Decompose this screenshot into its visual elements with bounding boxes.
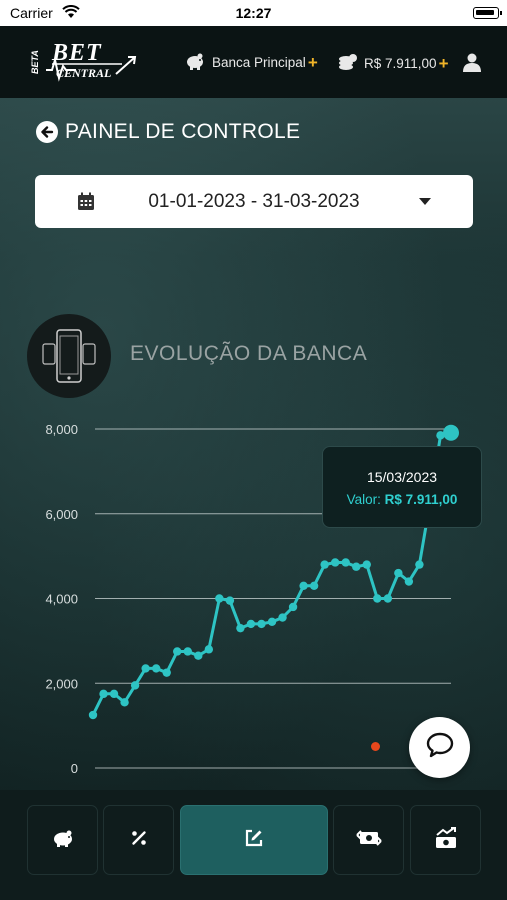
date-range-value: 01-01-2023 - 31-03-2023: [148, 191, 360, 212]
nav-money-chart[interactable]: [410, 805, 481, 875]
data-point[interactable]: [204, 645, 214, 654]
data-point[interactable]: [183, 647, 192, 656]
data-point[interactable]: [215, 594, 224, 603]
y-tick-label: 8,000: [45, 422, 78, 437]
data-point[interactable]: [151, 664, 161, 673]
money-chart-icon: [434, 826, 458, 854]
data-point[interactable]: [173, 647, 182, 656]
piggy-bank-icon: [184, 52, 206, 73]
balance-value: R$ 7.911,00: [364, 56, 437, 71]
data-point[interactable]: [341, 558, 350, 567]
app-header: BETA BET CENTRAL Banca Principal + R$ 7.…: [0, 26, 507, 98]
data-point[interactable]: [320, 560, 329, 569]
piggy-bank-icon: [51, 828, 75, 853]
chat-button[interactable]: [409, 717, 470, 778]
bank-label: Banca Principal: [212, 55, 306, 70]
highlighted-data-point[interactable]: [443, 424, 459, 441]
balance-display[interactable]: R$ 7.911,00 +: [338, 52, 449, 75]
notification-dot: [371, 742, 380, 751]
data-point[interactable]: [162, 668, 171, 677]
logo-beta-text: BETA: [30, 50, 40, 74]
add-bank-icon[interactable]: +: [308, 53, 318, 73]
y-tick-label: 0: [71, 761, 78, 776]
status-bar: Carrier 12:27: [0, 0, 507, 26]
data-point[interactable]: [225, 596, 235, 605]
chart-tooltip: 15/03/2023 Valor: R$ 7.911,00: [322, 446, 482, 528]
data-point[interactable]: [109, 689, 119, 699]
data-point[interactable]: [299, 581, 308, 590]
data-point[interactable]: [415, 560, 424, 569]
bet-central-logo[interactable]: BETA BET CENTRAL: [30, 40, 140, 84]
data-point[interactable]: [194, 651, 203, 660]
chevron-down-icon: [419, 198, 431, 205]
coins-icon: [338, 52, 358, 75]
tooltip-value: R$ 7.911,00: [384, 492, 458, 507]
tooltip-value-label: Valor:: [346, 492, 385, 507]
data-point[interactable]: [130, 681, 140, 690]
data-point[interactable]: [373, 594, 382, 603]
date-range-picker[interactable]: 01-01-2023 - 31-03-2023: [35, 175, 473, 228]
y-tick-label: 4,000: [45, 592, 78, 607]
data-point[interactable]: [120, 698, 129, 707]
data-point[interactable]: [383, 594, 393, 603]
nav-edit[interactable]: [180, 805, 328, 875]
data-point[interactable]: [267, 617, 277, 627]
money-exchange-icon: [355, 828, 382, 853]
clock: 12:27: [235, 5, 272, 21]
logo-bet-text: BET: [52, 40, 102, 66]
data-point[interactable]: [309, 581, 319, 590]
data-point[interactable]: [352, 562, 361, 571]
tooltip-value-row: Valor: R$ 7.911,00: [323, 492, 481, 507]
data-point[interactable]: [88, 710, 98, 720]
back-arrow-icon[interactable]: [36, 121, 58, 143]
data-point[interactable]: [362, 560, 371, 569]
data-point[interactable]: [246, 619, 256, 629]
data-point[interactable]: [278, 613, 287, 622]
y-tick-label: 6,000: [45, 507, 78, 522]
bottom-navigation: [0, 790, 507, 900]
percent-icon: [130, 829, 148, 852]
data-point[interactable]: [394, 568, 403, 578]
page-title: PAINEL DE CONTROLE: [65, 120, 301, 143]
data-point[interactable]: [141, 664, 150, 673]
mobile-phone-icon: [27, 314, 111, 398]
nav-percent[interactable]: [103, 805, 174, 875]
data-point[interactable]: [257, 619, 266, 629]
nav-money-exchange[interactable]: [333, 805, 404, 875]
data-point[interactable]: [330, 558, 340, 567]
bank-selector[interactable]: Banca Principal +: [184, 52, 318, 73]
nav-piggy-bank[interactable]: [27, 805, 98, 875]
data-point[interactable]: [288, 602, 298, 612]
battery-icon: [473, 7, 502, 19]
tooltip-date: 15/03/2023: [366, 469, 438, 485]
page-header: PAINEL DE CONTROLE: [36, 120, 300, 144]
edit-icon: [244, 828, 264, 853]
chat-bubble-icon: [425, 731, 455, 764]
data-point[interactable]: [404, 577, 414, 586]
data-point[interactable]: [236, 623, 245, 633]
user-icon[interactable]: [462, 52, 482, 77]
logo-central-text: CENTRAL: [56, 66, 112, 80]
data-point[interactable]: [99, 689, 108, 699]
y-tick-label: 2,000: [45, 676, 78, 691]
add-funds-icon[interactable]: +: [439, 54, 449, 74]
section-title: EVOLUÇÃO DA BANCA: [130, 342, 368, 365]
